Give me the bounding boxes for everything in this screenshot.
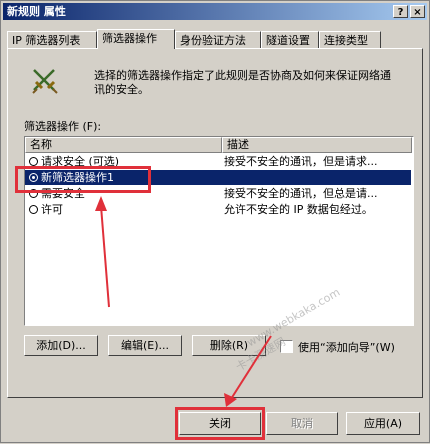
filter-action-list-label: 筛选器操作 (F): — [24, 120, 102, 133]
annotation-highlight-selected-row — [15, 166, 151, 193]
item-name: 许可 — [41, 203, 63, 216]
tab-panel: 选择的筛选器操作指定了此规则是否协商及如何来保证网络通讯的安全。 筛选器操作 (… — [7, 48, 423, 398]
apply-button[interactable]: 应用(A) — [346, 412, 420, 435]
tab-tunnel-settings[interactable]: 隧道设置 — [261, 31, 319, 48]
cancel-button[interactable]: 取消 — [266, 412, 338, 435]
radio-icon — [29, 157, 38, 166]
tab-authentication-methods[interactable]: 身份验证方法 — [175, 31, 261, 48]
window-title: 新规则 属性 — [7, 5, 66, 18]
help-button[interactable]: ? — [393, 5, 408, 18]
filter-action-description: 选择的筛选器操作指定了此规则是否协商及如何来保证网络通讯的安全。 — [94, 69, 391, 96]
tab-connection-type[interactable]: 连接类型 — [319, 31, 381, 48]
radio-icon — [29, 205, 38, 214]
item-description: 接受不安全的通讯，但是请求... — [224, 155, 378, 168]
edit-button[interactable]: 编辑(E)... — [108, 335, 182, 356]
item-description: 允许不安全的 IP 数据包经过。 — [224, 203, 373, 216]
tab-filter-action[interactable]: 筛选器操作 — [97, 29, 175, 49]
close-window-button[interactable]: × — [410, 5, 425, 18]
list-item[interactable]: 许可 允许不安全的 IP 数据包经过。 — [25, 202, 411, 217]
tab-ip-filter-list[interactable]: IP 筛选器列表 — [7, 31, 97, 48]
use-wizard-label: 使用“添加向导”(W) — [298, 341, 395, 354]
item-description: 接受不安全的通讯，但总是请... — [224, 187, 378, 200]
column-header-name[interactable]: 名称 — [25, 137, 222, 153]
column-header-description[interactable]: 描述 — [222, 137, 412, 153]
add-button[interactable]: 添加(D)... — [24, 335, 98, 356]
crossed-swords-icon — [30, 66, 60, 96]
title-bar: 新规则 属性 ? × — [3, 3, 427, 20]
filter-action-list[interactable]: 名称 描述 请求安全 (可选) 接受不安全的通讯，但是请求... 新筛选器操作1… — [24, 136, 414, 326]
properties-dialog: 新规则 属性 ? × IP 筛选器列表 筛选器操作 身份验证方法 隧道设置 连接… — [0, 0, 430, 443]
annotation-highlight-close-button — [175, 407, 265, 440]
